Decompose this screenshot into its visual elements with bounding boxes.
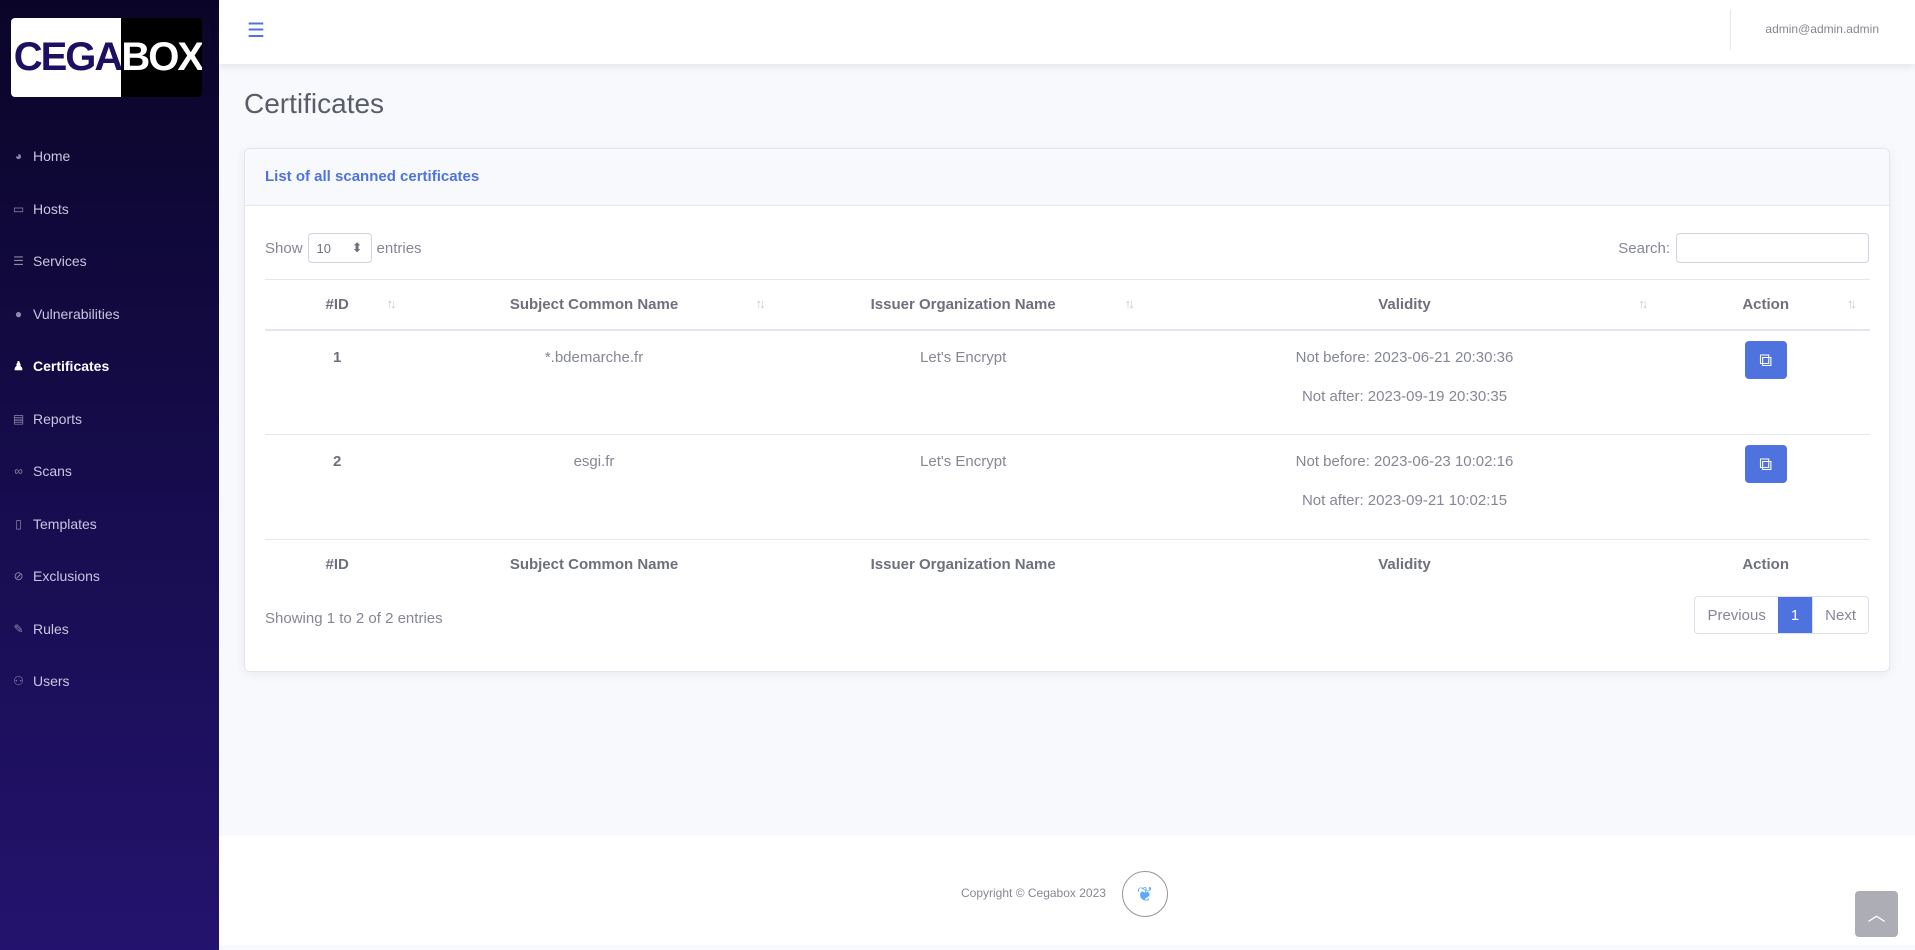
search-input[interactable] — [1676, 233, 1869, 263]
previous-button[interactable]: Previous — [1695, 597, 1777, 633]
file-icon: ▯ — [15, 516, 22, 531]
page-length-control: Show 10 ⬍ entries — [265, 233, 422, 263]
stamp-icon: ♟ — [13, 359, 24, 374]
copyright: Copyright © Cegabox 2023 — [961, 886, 1106, 900]
external-link-icon: ⧉ — [1759, 454, 1773, 474]
user-menu[interactable]: admin@admin.admin — [1765, 22, 1879, 36]
sidebar-item-label: Vulnerabilities — [33, 305, 120, 322]
page-title: Certificates — [244, 88, 385, 119]
table-row: 2 esgi.fr Let's Encrypt Not before: 2023… — [265, 434, 1870, 540]
column-header-2: Issuer Organization Name — [778, 539, 1148, 590]
column-header-0: #ID — [265, 539, 410, 590]
sort-icon: ↑↓ — [386, 296, 396, 311]
sidebar-item-label: Reports — [33, 410, 83, 427]
column-header-3: Validity — [1147, 539, 1662, 590]
table-row: 1 *.bdemarche.fr Let's Encrypt Not befor… — [265, 329, 1870, 435]
cegabox-logo[interactable]: CEGA BOX — [11, 18, 202, 97]
sidebar-item-label: Exclusions — [33, 568, 100, 585]
page-1-button[interactable]: 1 — [1777, 597, 1813, 633]
column-header-4: Action — [1661, 539, 1870, 590]
server-icon: ☰ — [13, 254, 24, 269]
column-header-0[interactable]: #ID ↑↓ — [265, 279, 410, 331]
palette-icon: ◕ — [14, 149, 23, 164]
bell-slash-icon: ⊘ — [13, 569, 24, 584]
menu-toggle-icon[interactable]: ☰ — [247, 18, 265, 43]
table-info: Showing 1 to 2 of 2 entries — [265, 610, 443, 627]
column-header-2[interactable]: Issuer Organization Name ↑↓ — [778, 279, 1148, 331]
external-link-icon: ⧉ — [1759, 349, 1773, 370]
card-title: List of all scanned certificates — [245, 149, 1889, 206]
next-button[interactable]: Next — [1812, 597, 1868, 633]
sidebar-item-templates[interactable]: ▯ Templates — [0, 498, 219, 551]
column-header-3[interactable]: Validity ↑↓ — [1147, 279, 1662, 331]
sidebar-item-services[interactable]: ☰ Services — [0, 235, 219, 288]
sort-updown-icon: ⬍ — [351, 240, 363, 255]
sidebar-item-label: Services — [33, 253, 87, 270]
sidebar: CEGA BOX ◕ Home ▭ Hosts ☰ Services ● Vulnerabil… — [0, 0, 219, 950]
topbar: ☰ admin@admin.admin — [219, 0, 1915, 64]
desktop-icon: ▭ — [12, 201, 25, 216]
sidebar-item-users[interactable]: ⚇ Users — [0, 655, 219, 708]
sort-icon: ↑↓ — [1638, 296, 1648, 311]
certificates-card: List of all scanned certificates Show 10… — [244, 148, 1890, 672]
certificates-table: #ID ↑↓ Subject Common Name ↑↓ Issuer Organiz… — [265, 279, 1870, 590]
column-header-1: Subject Common Name — [409, 539, 779, 590]
sidebar-item-label: Home — [33, 148, 71, 165]
pagination: Previous 1 Next — [1694, 596, 1869, 634]
sidebar-item-home[interactable]: ◕ Home — [0, 130, 219, 183]
sort-icon: ↑↓ — [1847, 296, 1857, 311]
sidebar-item-label: Scans — [33, 463, 72, 480]
sidebar-item-label: Hosts — [33, 200, 69, 217]
sidebar-item-certificates[interactable]: ♟ Certificates — [0, 340, 219, 393]
page-length-select[interactable]: 10 ⬍ — [307, 233, 372, 263]
sidebar-item-label: Certificates — [33, 358, 110, 375]
sidebar-nav: ◕ Home ▭ Hosts ☰ Services ● Vulnerabilities ♟ Cer… — [0, 130, 219, 708]
sidebar-item-label: Templates — [33, 515, 97, 532]
sidebar-item-vulnerabilities[interactable]: ● Vulnerabilities — [0, 288, 219, 341]
users-icon: ⚇ — [13, 674, 24, 689]
sidebar-item-hosts[interactable]: ▭ Hosts — [0, 183, 219, 236]
binoculars-icon: ∞ — [14, 464, 23, 479]
search-control: Search: — [1618, 233, 1869, 263]
sidebar-item-label: Users — [33, 673, 70, 690]
exclamation-circle-icon: ● — [14, 306, 23, 321]
open-certificate-button[interactable]: ⧉ — [1744, 340, 1787, 379]
scroll-to-top-button[interactable]: ︿ — [1855, 891, 1898, 937]
sidebar-item-exclusions[interactable]: ⊘ Exclusions — [0, 550, 219, 603]
sort-icon: ↑↓ — [755, 296, 766, 311]
open-certificate-button[interactable]: ⧉ — [1744, 445, 1787, 483]
divider — [1730, 10, 1731, 50]
sidebar-item-reports[interactable]: ▤ Reports — [0, 393, 219, 446]
sort-icon: ↑↓ — [1124, 296, 1135, 311]
sidebar-item-label: Rules — [33, 620, 69, 637]
column-header-4[interactable]: Action ↑↓ — [1661, 279, 1870, 331]
ruler-icon: ✎ — [13, 621, 24, 636]
footer: Copyright © Cegabox 2023 ❦ — [219, 836, 1915, 945]
chevron-up-icon: ︿ — [1867, 905, 1886, 925]
sidebar-item-scans[interactable]: ∞ Scans — [0, 445, 219, 498]
column-header-1[interactable]: Subject Common Name ↑↓ — [409, 279, 779, 331]
cegabox-emblem-icon: ❦ — [1122, 871, 1168, 917]
sidebar-item-rules[interactable]: ✎ Rules — [0, 603, 219, 656]
file-pdf-icon: ▤ — [12, 411, 25, 426]
